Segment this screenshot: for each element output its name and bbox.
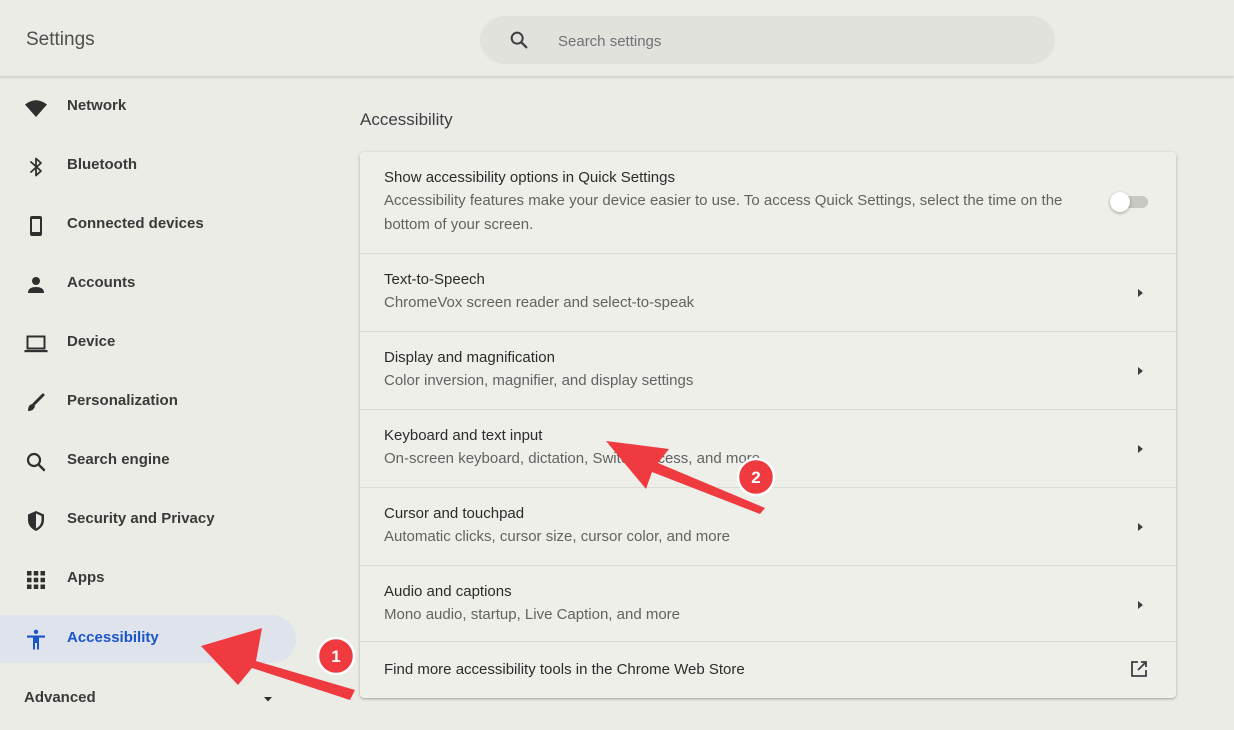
search-input[interactable] xyxy=(556,28,1040,54)
sidebar-item-accounts[interactable]: Accounts xyxy=(0,260,296,308)
sidebar-item-apps[interactable]: Apps xyxy=(0,555,296,603)
chevron-right-icon xyxy=(1138,601,1143,609)
row-text-to-speech[interactable]: Text-to-Speech ChromeVox screen reader a… xyxy=(360,254,1176,332)
row-subtitle: Accessibility features make your device … xyxy=(384,192,1063,209)
chevron-right-icon xyxy=(1138,289,1143,297)
laptop-icon xyxy=(24,335,48,353)
sidebar-item-label: Security and Privacy xyxy=(67,510,215,527)
sidebar-item-connected-devices[interactable]: Connected devices xyxy=(0,201,296,249)
sidebar-advanced-toggle[interactable]: Advanced xyxy=(0,680,296,716)
caret-down-icon xyxy=(264,697,272,702)
sidebar-item-label: Personalization xyxy=(67,392,178,409)
sidebar-item-label: Connected devices xyxy=(67,215,204,232)
chevron-right-icon xyxy=(1138,367,1143,375)
sidebar-item-label: Bluetooth xyxy=(67,156,137,173)
sidebar-item-label: Network xyxy=(67,97,127,114)
quick-settings-toggle[interactable] xyxy=(1110,192,1150,212)
row-title: Text-to-Speech xyxy=(384,271,485,288)
person-icon xyxy=(28,277,44,293)
row-cursor-and-touchpad[interactable]: Cursor and touchpad Automatic clicks, cu… xyxy=(360,488,1176,566)
toggle-knob xyxy=(1110,192,1130,212)
sidebar-item-accessibility[interactable]: Accessibility xyxy=(0,615,296,663)
advanced-label: Advanced xyxy=(24,689,96,706)
accessibility-icon xyxy=(27,629,45,650)
row-keyboard-and-text-input[interactable]: Keyboard and text input On-screen keyboa… xyxy=(360,410,1176,488)
quick-settings-row[interactable]: Show accessibility options in Quick Sett… xyxy=(360,152,1176,254)
sidebar: Network Bluetooth Connected devices Acco… xyxy=(0,78,300,730)
sidebar-item-search-engine[interactable]: Search engine xyxy=(0,437,296,485)
sidebar-item-label: Device xyxy=(67,333,116,350)
accessibility-settings-card: Show accessibility options in Quick Sett… xyxy=(360,152,1176,698)
sidebar-item-security-and-privacy[interactable]: Security and Privacy xyxy=(0,496,296,544)
row-audio-and-captions[interactable]: Audio and captions Mono audio, startup, … xyxy=(360,566,1176,642)
open-in-new-icon xyxy=(1131,661,1147,677)
row-subtitle: Mono audio, startup, Live Caption, and m… xyxy=(384,606,681,623)
row-title: Display and magnification xyxy=(384,349,555,366)
sidebar-item-network[interactable]: Network xyxy=(0,83,296,131)
row-title: Show accessibility options in Quick Sett… xyxy=(384,169,675,186)
chevron-right-icon xyxy=(1138,523,1143,531)
page-title: Accessibility xyxy=(360,110,453,129)
sidebar-item-bluetooth[interactable]: Bluetooth xyxy=(0,142,296,190)
search-icon xyxy=(26,452,46,472)
row-subtitle: Color inversion, magnifier, and display … xyxy=(384,372,694,389)
sidebar-item-label: Search engine xyxy=(67,451,170,468)
sidebar-item-device[interactable]: Device xyxy=(0,319,296,367)
row-subtitle: ChromeVox screen reader and select-to-sp… xyxy=(384,294,695,311)
annotation-badge-1: 1 xyxy=(316,636,356,676)
app-title: Settings xyxy=(26,29,95,50)
top-bar: Settings xyxy=(0,0,1234,77)
sidebar-item-label: Accounts xyxy=(67,274,136,291)
phone-icon xyxy=(30,216,42,236)
row-title: Audio and captions xyxy=(384,583,512,600)
search-icon xyxy=(510,31,528,49)
row-title: Keyboard and text input xyxy=(384,427,543,444)
bluetooth-icon xyxy=(30,157,42,177)
wifi-icon xyxy=(25,100,47,117)
row-subtitle: bottom of your screen. xyxy=(384,216,534,233)
sidebar-item-personalization[interactable]: Personalization xyxy=(0,378,296,426)
row-title: Find more accessibility tools in the Chr… xyxy=(384,661,745,678)
search-box[interactable] xyxy=(480,16,1055,64)
sidebar-item-label: Apps xyxy=(67,569,105,586)
chevron-right-icon xyxy=(1138,445,1143,453)
annotation-badge-number: 1 xyxy=(331,647,340,666)
apps-grid-icon xyxy=(27,571,45,589)
brush-icon xyxy=(28,393,45,411)
row-subtitle: On-screen keyboard, dictation, Switch Ac… xyxy=(384,450,761,467)
shield-icon xyxy=(28,511,44,531)
row-chrome-web-store-link[interactable]: Find more accessibility tools in the Chr… xyxy=(360,642,1176,698)
sidebar-item-label: Accessibility xyxy=(67,629,159,646)
row-subtitle: Automatic clicks, cursor size, cursor co… xyxy=(384,528,730,545)
row-display-and-magnification[interactable]: Display and magnification Color inversio… xyxy=(360,332,1176,410)
row-title: Cursor and touchpad xyxy=(384,505,525,522)
